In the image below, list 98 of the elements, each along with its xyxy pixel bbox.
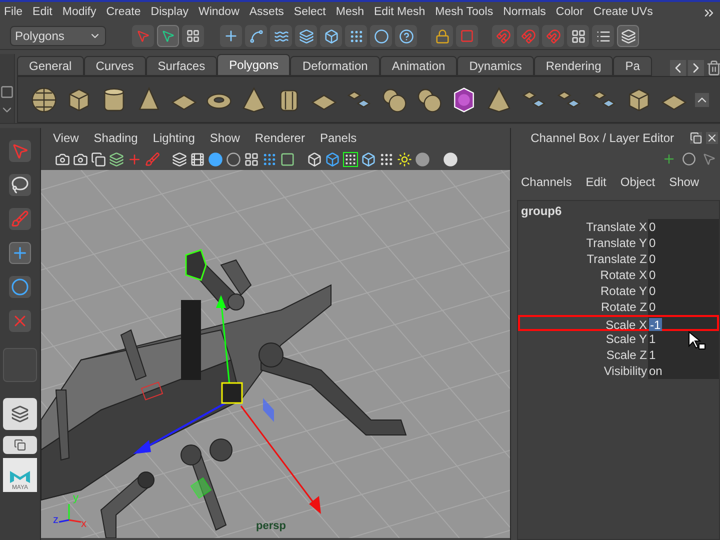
viewport-menu-item[interactable]: Show (210, 129, 240, 147)
viewport-menu-item[interactable]: Lighting (152, 129, 195, 147)
viewport-menu-item[interactable]: Renderer (254, 129, 305, 147)
pyramid-icon[interactable] (240, 86, 268, 114)
layers-icon (11, 405, 29, 423)
move-tool-icon[interactable] (9, 242, 31, 264)
select-tool-icon[interactable] (9, 140, 31, 162)
attribute-label: Translate Y (585, 235, 648, 251)
menu-item[interactable]: Modify (62, 4, 96, 22)
attribute-value-field[interactable]: 0 (648, 235, 719, 251)
shelf-tab[interactable]: Animation (380, 56, 458, 76)
scroll-left-icon[interactable] (670, 60, 686, 76)
axis-label: y (73, 492, 78, 504)
attribute-value-field[interactable]: 0 (648, 251, 719, 267)
trash-icon[interactable] (706, 60, 720, 76)
shelf-tab[interactable]: Pa (613, 56, 652, 76)
layers-icon[interactable] (617, 25, 639, 47)
layout-button[interactable] (3, 436, 37, 454)
shelf-tab[interactable]: Curves (84, 56, 146, 76)
camera-label: persp (256, 518, 286, 534)
attribute-value-field[interactable]: on (648, 363, 719, 379)
channel-menu-item[interactable]: Channels (521, 173, 572, 191)
scale-tool-icon[interactable] (9, 310, 31, 332)
menu-item[interactable]: Display (150, 4, 188, 22)
menu-item[interactable]: Select (294, 4, 326, 22)
camera-icon[interactable] (73, 152, 88, 166)
shelf-tab[interactable]: Polygons (217, 54, 290, 76)
object-name: group6 (520, 203, 563, 219)
viewport-menu-item[interactable]: Shading (94, 129, 138, 147)
panel-title: Channel Box / Layer Editor (530, 130, 674, 147)
box-icon[interactable] (320, 25, 342, 47)
film-gate-icon[interactable] (190, 152, 205, 166)
shelf-tab[interactable]: General (17, 56, 84, 76)
menu-item[interactable]: Mesh (336, 4, 364, 22)
mouse-cursor-icon (688, 331, 706, 351)
menu-item[interactable]: Window (198, 4, 240, 22)
attribute-label: Translate X (585, 219, 648, 235)
attribute-label: Rotate Y (600, 283, 648, 299)
curve-icon[interactable] (270, 25, 292, 47)
scroll-right-icon[interactable] (688, 60, 704, 76)
shelf-tab[interactable]: Rendering (534, 56, 614, 76)
paint-tool-icon[interactable] (9, 208, 31, 230)
render-sphere-icon[interactable] (443, 152, 458, 166)
copy-icon (14, 439, 26, 451)
menu-item[interactable]: Assets (249, 4, 284, 22)
axis-label: x (81, 518, 86, 530)
attribute-value-field[interactable]: 0 (648, 267, 719, 283)
channel-menu-item[interactable]: Edit (586, 173, 606, 191)
layout-button[interactable] (3, 398, 37, 430)
arrow-icon[interactable] (702, 152, 716, 166)
close-icon[interactable] (706, 132, 718, 144)
float-icon[interactable] (690, 132, 702, 144)
channel-menu-item[interactable]: Object (620, 173, 656, 191)
menu-item[interactable]: Create (106, 4, 141, 22)
plus-icon[interactable] (220, 25, 242, 47)
logo-icon (9, 468, 31, 484)
menu-item[interactable]: Edit Mesh (374, 4, 426, 22)
shelf-tab[interactable]: Deformation (290, 56, 380, 76)
channel-menu-item[interactable]: Show (669, 173, 700, 191)
attribute-label: Visibility (602, 363, 648, 379)
lock-icon[interactable] (431, 25, 453, 47)
dots-icon[interactable] (262, 152, 277, 166)
shelf-tab[interactable]: Surfaces (146, 56, 218, 76)
pyramid-icon[interactable] (485, 86, 513, 114)
light-icon[interactable] (397, 152, 412, 166)
circle-icon[interactable] (682, 152, 696, 166)
attribute-label: Translate Z (586, 251, 648, 267)
axis-label: z (53, 514, 58, 526)
rotate-tool-icon[interactable] (9, 276, 31, 298)
attribute-label: Rotate Z (600, 299, 648, 315)
help-icon[interactable] (395, 25, 417, 47)
attribute-value-field[interactable]: 0 (648, 283, 719, 299)
menu-item[interactable]: Create UVs (593, 4, 653, 22)
lasso-tool-icon[interactable] (9, 174, 31, 196)
shaded-cube-icon[interactable] (325, 152, 340, 166)
viewport-menu-item[interactable]: Panels (320, 129, 357, 147)
attribute-value-field[interactable]: 1 (648, 347, 719, 363)
camera-icon[interactable] (55, 152, 70, 166)
shelf-tab[interactable]: Dynamics (457, 56, 534, 76)
menu-item[interactable]: Normals (503, 4, 546, 22)
viewport-menu-item[interactable]: View (53, 129, 79, 147)
menu-item[interactable]: File (4, 4, 23, 22)
vertex-icon[interactable] (245, 25, 267, 47)
list-icon[interactable] (592, 25, 614, 47)
attribute-label: Rotate X (599, 267, 648, 283)
attribute-label: Scale Z (605, 347, 648, 363)
mode-dropdown[interactable]: Polygons (10, 26, 106, 46)
scroll-up-icon[interactable] (695, 92, 709, 106)
wireframe-cube-icon[interactable] (307, 152, 322, 166)
attribute-value-field[interactable]: 0 (648, 219, 719, 235)
cube-icon[interactable] (361, 152, 376, 166)
menu-item[interactable]: Color (556, 4, 584, 22)
circle-icon[interactable] (226, 152, 241, 166)
dots-icon[interactable] (345, 25, 367, 47)
menu-item[interactable]: Mesh Tools (435, 4, 494, 22)
attribute-value-field[interactable]: 0 (648, 299, 719, 315)
menu-item[interactable]: Edit (32, 4, 52, 22)
attribute-label: Scale Y (604, 331, 648, 347)
